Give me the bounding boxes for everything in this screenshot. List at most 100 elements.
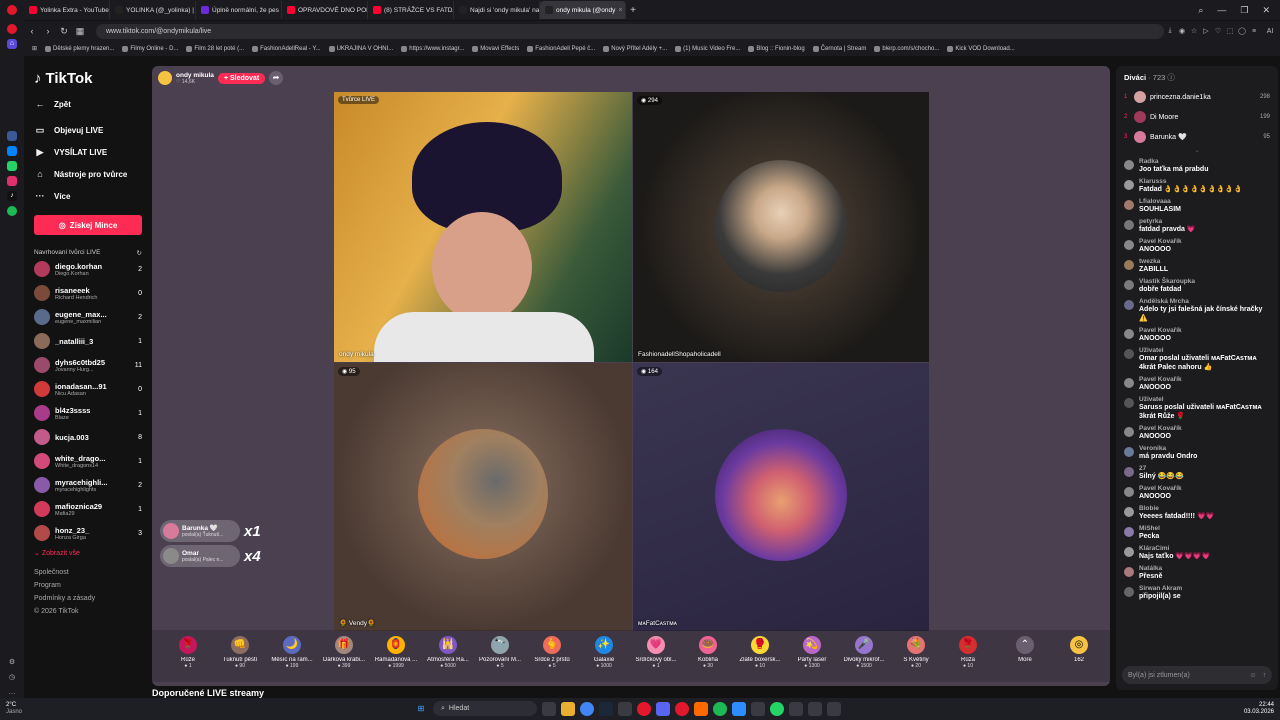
chat-username[interactable]: 27 — [1139, 465, 1184, 472]
nav-item[interactable]: ▶ VYSÍLAT LIVE — [34, 141, 142, 163]
coin-balance[interactable]: ◎ 162 — [1054, 630, 1104, 682]
top-viewer[interactable]: 1 princezna.danie1ka 298 — [1124, 87, 1270, 107]
app-icon[interactable] — [789, 701, 803, 716]
avatar[interactable] — [1124, 160, 1134, 170]
chat-username[interactable]: Andělská Mrcha — [1139, 298, 1270, 305]
chat-username[interactable]: MiShel — [1139, 525, 1160, 532]
video-panel-guest-1[interactable]: ◉ 294 FashionadellShopaholicadell — [633, 92, 929, 362]
reload-icon[interactable]: ↻ — [56, 26, 72, 37]
search-tabs-icon[interactable]: ⌕ — [1198, 5, 1203, 16]
chat-username[interactable]: Radka — [1139, 158, 1208, 165]
footer-link[interactable]: Podmínky a zásady — [34, 595, 142, 608]
instagram-icon[interactable] — [7, 176, 17, 186]
chat-username[interactable]: Pavel Kovařík — [1139, 376, 1182, 383]
gift-item[interactable]: 🕌 Atmosféra Ra... ● 5000 — [422, 630, 474, 682]
browser-tab[interactable]: YOLINKA (@_yolinka) | TikT× — [110, 1, 196, 19]
bookmark-item[interactable]: Nový Přítel Adély +... — [603, 45, 667, 52]
download-icon[interactable]: ⤓ — [1164, 27, 1176, 35]
chat-username[interactable]: twezka — [1139, 258, 1168, 265]
clock[interactable]: 22:44 03.03.2026 — [1244, 702, 1274, 716]
app-icon[interactable] — [694, 701, 708, 716]
footer-link[interactable]: Program — [34, 582, 142, 595]
browser-tab[interactable]: ondy mikula (@ondy × — [540, 1, 626, 19]
settings-icon[interactable]: ⚙ — [7, 658, 17, 668]
avatar[interactable] — [1124, 587, 1134, 597]
opera-menu-icon[interactable] — [7, 5, 17, 15]
browser-tab[interactable]: (8) STRÁŽCE VS FATDAD× — [368, 1, 454, 19]
bookmark-item[interactable]: (1) Music Video Fre... — [675, 45, 740, 52]
bookmark-item[interactable]: Dětské plemy hrazen... — [45, 45, 114, 52]
whatsapp-icon[interactable] — [770, 701, 784, 716]
forward-icon[interactable]: › — [40, 26, 56, 36]
avatar[interactable] — [1124, 329, 1134, 339]
gift-item[interactable]: 👊 Ťuknutí pěstí ● 90 — [214, 630, 266, 682]
avatar[interactable] — [1124, 200, 1134, 210]
avatar[interactable] — [1124, 398, 1134, 408]
chat-username[interactable]: Blobie — [1139, 505, 1214, 512]
avatar[interactable] — [1124, 427, 1134, 437]
creator-item[interactable]: _natalliii_3 1 — [34, 329, 142, 353]
chat-username[interactable]: Uživatel — [1139, 396, 1270, 403]
show-all-link[interactable]: ⌄ Zobrazit vše — [34, 549, 142, 557]
collapse-chevron-icon[interactable]: ⌄ — [1124, 147, 1270, 154]
bookmark-item[interactable]: blerp.com/s/chocho... — [874, 45, 939, 52]
avatar[interactable] — [1124, 240, 1134, 250]
close-window-icon[interactable]: ✕ — [1262, 5, 1270, 16]
browser-tab[interactable]: Úplně normální, že pes m× — [196, 1, 282, 19]
avatar[interactable] — [1124, 349, 1134, 359]
gift-item[interactable]: 🍩 Kobliha ● 30 — [682, 630, 734, 682]
video-panel-host[interactable]: Tvůrce LIVE ondy mikula — [334, 92, 632, 362]
creator-item[interactable]: risaneeek Richard Hendrich 0 — [34, 281, 142, 305]
chat-username[interactable]: Veronika — [1139, 445, 1197, 452]
nav-item[interactable]: ⌂ Nástroje pro tvůrce — [34, 163, 142, 185]
gift-item[interactable]: 🌹 Růža ● 10 — [942, 630, 994, 682]
chat-username[interactable]: KláraCimi — [1139, 545, 1210, 552]
nav-item[interactable]: ▭ Objevuj LIVE — [34, 119, 142, 141]
chrome-icon[interactable] — [580, 701, 594, 716]
discord-icon[interactable] — [656, 701, 670, 716]
browser-tab[interactable]: Najdi si 'ondy mikula' na× — [454, 1, 540, 19]
back-link[interactable]: ← Zpět — [34, 93, 142, 115]
opera-icon[interactable] — [675, 701, 689, 716]
speed-dial-icon[interactable]: ▦ — [72, 26, 88, 37]
history-icon[interactable]: ◷ — [7, 673, 17, 683]
more-gifts-button[interactable]: ⌃ More — [1000, 630, 1050, 682]
gift-item[interactable]: 🎤 Divoký mikrof... ● 1500 — [838, 630, 890, 682]
chat-username[interactable]: petyrka — [1139, 218, 1196, 225]
maximize-icon[interactable]: ❐ — [1240, 5, 1248, 16]
gift-item[interactable]: 💗 Srdíčkový obl... ● 1 — [630, 630, 682, 682]
taskbar-search[interactable]: ⌕ Hledat — [433, 701, 537, 716]
extension-icon[interactable] — [7, 131, 17, 141]
gift-item[interactable]: 🫰 Srdce z prstů ● 5 — [526, 630, 578, 682]
get-coins-button[interactable]: ◎ Získej Mince — [34, 215, 142, 235]
chat-username[interactable]: Klarusss — [1139, 178, 1242, 185]
creator-item[interactable]: diego.korhan Diego.Korhan 2 — [34, 257, 142, 281]
gift-item[interactable]: 💫 Párty laser ● 1300 — [786, 630, 838, 682]
share-icon[interactable]: ➦ — [269, 71, 284, 85]
creator-item[interactable]: eugene_max... eugene_maxmilian 2 — [34, 305, 142, 329]
video-panel-guest-2[interactable]: ◉ 95 🌻 Vendy🌻 — [334, 363, 632, 631]
avatar[interactable] — [1124, 487, 1134, 497]
app-icon[interactable] — [618, 701, 632, 716]
play-icon[interactable]: ▷ — [1200, 27, 1212, 35]
windows-start-icon[interactable]: ⊞ — [414, 702, 428, 716]
gift-item[interactable]: 🌙 Měsíc na ram... ● 199 — [266, 630, 318, 682]
minimize-icon[interactable]: — — [1217, 5, 1226, 16]
tiktok-logo[interactable]: ♪ TikTok — [34, 70, 142, 87]
home-icon[interactable]: ⌂ — [7, 39, 17, 49]
gift-item[interactable]: 🏮 Ramadánová ... ● 1999 — [370, 630, 422, 682]
browser-tab[interactable]: OPRAVDOVÉ DNO POD D× — [282, 1, 368, 19]
creator-item[interactable]: mafioznica29 Mafia29 1 — [34, 497, 142, 521]
bookmark-item[interactable]: Film 28 let poté (... — [186, 45, 244, 52]
whatsapp-icon[interactable] — [7, 161, 17, 171]
refresh-icon[interactable]: ↻ — [137, 249, 142, 257]
avatar[interactable] — [1124, 220, 1134, 230]
profile-icon[interactable]: ◯ — [1236, 27, 1248, 35]
spotify-icon[interactable] — [713, 701, 727, 716]
browser-tab[interactable]: Yolinka Extra - YouTube× — [24, 1, 110, 19]
creator-item[interactable]: myracehighli... myracehighlights 2 — [34, 473, 142, 497]
bookmark-item[interactable]: Movavi Effects — [472, 45, 519, 52]
chat-username[interactable]: Natálka — [1139, 565, 1162, 572]
avatar[interactable] — [1124, 547, 1134, 557]
avatar[interactable] — [1124, 447, 1134, 457]
